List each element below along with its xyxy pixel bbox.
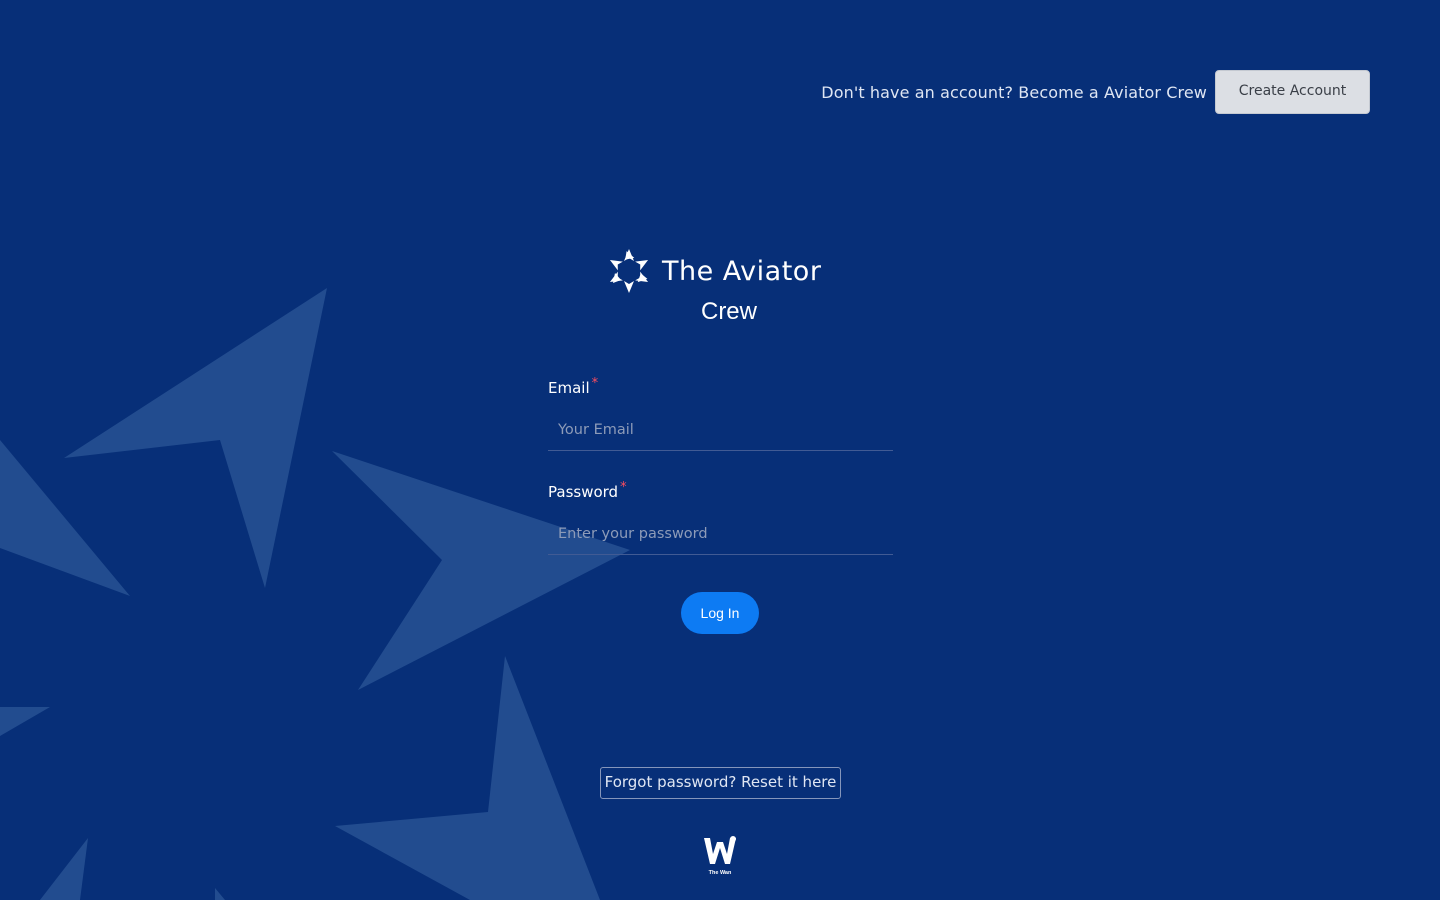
- logo-wordmark: The Aviator: [662, 255, 822, 287]
- password-label: Password *: [548, 480, 627, 501]
- bg-arrow-shape: [335, 656, 600, 900]
- password-field-group: Password *: [548, 480, 893, 555]
- bg-arrow-shape: [0, 707, 50, 736]
- email-required-mark: *: [591, 376, 599, 391]
- email-label: Email *: [548, 376, 599, 397]
- create-account-button[interactable]: Create Account: [1215, 70, 1370, 114]
- password-required-mark: *: [620, 480, 627, 495]
- bg-arrow-shape: [40, 838, 88, 900]
- bg-arrow-shape: [215, 888, 225, 900]
- signup-prompt-text: Don't have an account? Become a Aviator …: [821, 82, 1207, 102]
- bg-arrow-shape: [64, 288, 327, 588]
- email-input[interactable]: [548, 409, 893, 451]
- aviator-logo: The Aviator: [604, 245, 844, 297]
- password-input[interactable]: [548, 513, 893, 555]
- forgot-password-link[interactable]: Forgot password? Reset it here: [600, 767, 841, 799]
- footer-logo: The Wan: [700, 836, 740, 878]
- email-field-group: Email *: [548, 376, 893, 451]
- page-subtitle: Crew: [700, 298, 757, 325]
- w-logo-icon: [704, 836, 736, 864]
- password-label-text: Password: [548, 483, 619, 501]
- login-button[interactable]: Log In: [681, 592, 759, 634]
- email-label-text: Email: [548, 379, 590, 397]
- aviator-star-icon: [609, 249, 649, 293]
- login-form: Email* Password*: [548, 376, 893, 555]
- footer-logo-caption: The Wan: [708, 870, 732, 876]
- signup-prompt-bar: Don't have an account? Become a Aviator …: [821, 70, 1370, 114]
- bg-arrow-shape: [0, 440, 130, 596]
